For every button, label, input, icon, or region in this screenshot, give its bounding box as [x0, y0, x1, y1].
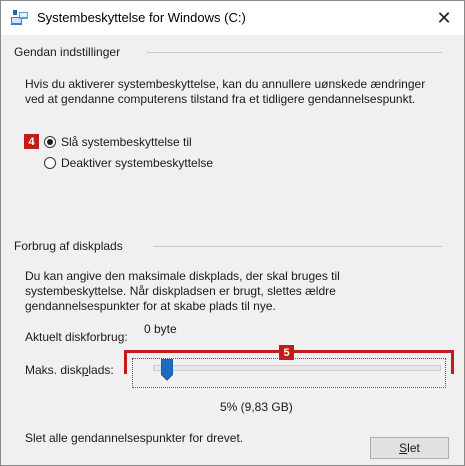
enable-protection-label: Slå systembeskyttelse til [61, 135, 192, 149]
restore-description: Hvis du aktiverer systembeskyttelse, kan… [25, 77, 426, 106]
enable-protection-radio[interactable]: Slå systembeskyttelse til [44, 135, 192, 149]
close-icon: ✕ [436, 7, 452, 28]
restore-settings-heading: Gendan indstillinger [14, 45, 121, 59]
disk-usage-heading: Forbrug af diskplads [14, 239, 123, 253]
delete-points-text: Slet alle gendannelsespunkter for drevet… [25, 431, 244, 445]
restore-group-divider [147, 52, 442, 53]
title-bar: Systembeskyttelse for Windows (C:) ✕ [1, 1, 464, 35]
disable-protection-radio[interactable]: Deaktiver systembeskyttelse [44, 156, 213, 170]
system-properties-icon [11, 10, 29, 26]
slider-thumb[interactable] [160, 358, 174, 381]
radio-checked-indicator [44, 136, 56, 148]
slider-track [153, 365, 441, 371]
slider-value-readout: 5% (9,83 GB) [220, 400, 293, 414]
current-usage-label: Aktuelt diskforbrug: [25, 330, 128, 344]
max-usage-slider[interactable] [132, 358, 446, 388]
max-usage-label: Maks. diskplads: [25, 363, 114, 377]
delete-button[interactable]: Slet [370, 437, 449, 459]
system-protection-dialog: Systembeskyttelse for Windows (C:) ✕ Gen… [0, 0, 465, 466]
close-button[interactable]: ✕ [424, 1, 464, 35]
disk-group-divider [153, 246, 442, 247]
current-usage-value: 0 byte [144, 322, 177, 336]
radio-unchecked-indicator [44, 157, 56, 169]
disable-protection-label: Deaktiver systembeskyttelse [61, 156, 214, 170]
disk-usage-description: Du kan angive den maksimale diskplads, d… [25, 269, 340, 313]
window-title: Systembeskyttelse for Windows (C:) [37, 10, 246, 25]
step-4-badge: 4 [24, 134, 39, 149]
